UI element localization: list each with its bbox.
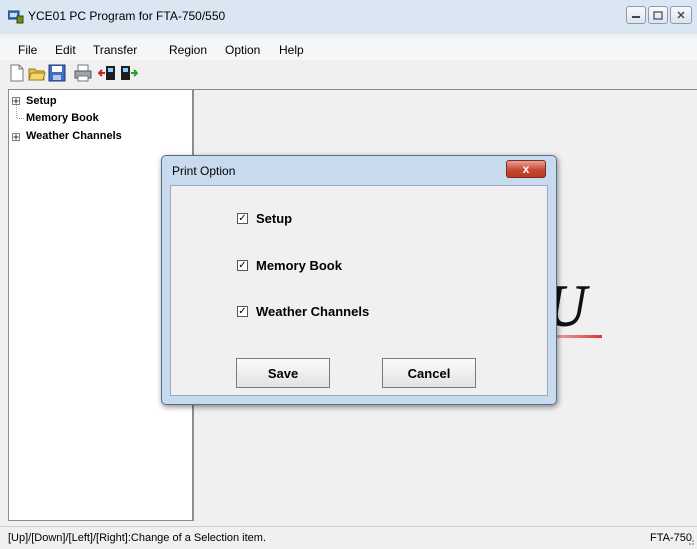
maximize-button[interactable]	[648, 6, 668, 24]
memory-book-checkbox[interactable]: ✓	[237, 260, 248, 271]
expand-weather-channels-button[interactable]	[12, 133, 20, 141]
menu-file[interactable]: File	[18, 43, 37, 57]
plus-icon	[13, 98, 19, 104]
weather-channels-label: Weather Channels	[256, 304, 370, 319]
menu-region[interactable]: Region	[169, 43, 207, 57]
new-file-icon[interactable]	[8, 64, 26, 82]
plus-icon	[13, 134, 19, 140]
print-icon[interactable]	[74, 64, 92, 82]
app-icon	[8, 10, 24, 24]
expand-setup-button[interactable]	[12, 97, 20, 105]
menu-help[interactable]: Help	[279, 43, 304, 57]
toolbar	[0, 62, 697, 88]
print-option-dialog: Print Option x ✓ Setup ✓ Memory Book ✓ W…	[161, 155, 557, 405]
menu-option[interactable]: Option	[225, 43, 260, 57]
option-memory-book[interactable]: ✓ Memory Book	[237, 258, 342, 273]
memory-book-label: Memory Book	[256, 258, 342, 273]
window-title: YCE01 PC Program for FTA-750/550	[28, 9, 226, 23]
menu-transfer[interactable]: Transfer	[93, 43, 137, 57]
dialog-close-button[interactable]: x	[506, 160, 546, 178]
read-from-radio-icon[interactable]	[98, 64, 116, 82]
weather-channels-checkbox[interactable]: ✓	[237, 306, 248, 317]
setup-label: Setup	[256, 211, 293, 226]
resize-grip-icon[interactable]	[686, 537, 695, 546]
option-setup[interactable]: ✓ Setup	[237, 211, 292, 226]
close-icon: x	[522, 162, 530, 176]
minimize-button[interactable]	[626, 6, 646, 24]
open-folder-icon[interactable]	[28, 64, 46, 82]
dialog-body: ✓ Setup ✓ Memory Book ✓ Weather Channels…	[170, 185, 548, 396]
write-to-radio-icon[interactable]	[120, 64, 138, 82]
menu-bar: File Edit Transfer Region Option Help	[0, 38, 697, 60]
save-button[interactable]: Save	[236, 358, 330, 388]
tree-item-memory-book[interactable]: Memory Book	[26, 112, 99, 124]
tree-item-setup[interactable]: Setup	[26, 95, 57, 107]
close-window-button[interactable]	[670, 6, 692, 24]
cancel-button[interactable]: Cancel	[382, 358, 476, 388]
menu-edit[interactable]: Edit	[55, 43, 76, 57]
status-bar: [Up]/[Down]/[Left]/[Right]:Change of a S…	[0, 526, 697, 549]
minimize-icon	[632, 16, 640, 18]
tree-item-weather-channels[interactable]: Weather Channels	[26, 130, 122, 142]
maximize-icon	[653, 10, 663, 20]
setup-checkbox[interactable]: ✓	[237, 213, 248, 224]
save-icon[interactable]	[48, 64, 66, 82]
window-titlebar: YCE01 PC Program for FTA-750/550	[0, 0, 697, 34]
option-weather-channels[interactable]: ✓ Weather Channels	[237, 304, 369, 319]
status-text: [Up]/[Down]/[Left]/[Right]:Change of a S…	[8, 532, 267, 544]
close-icon	[677, 11, 685, 19]
dialog-title: Print Option	[172, 164, 236, 178]
